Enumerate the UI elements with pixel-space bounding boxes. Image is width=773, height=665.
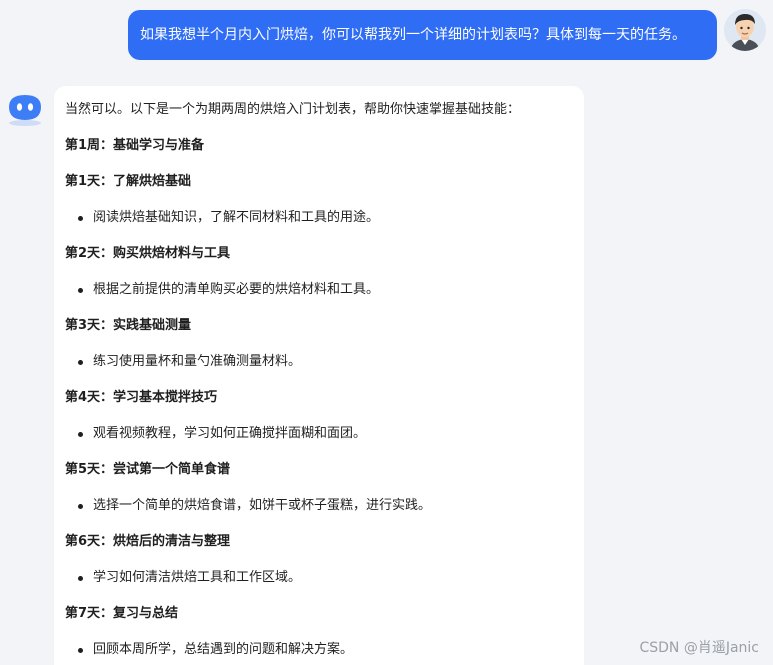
- day-heading: 第2天：购买烘焙材料与工具: [65, 246, 231, 261]
- bot-message-bubble: 当然可以。以下是一个为期两周的烘焙入门计划表，帮助你快速掌握基础技能： 第1周：…: [54, 86, 584, 665]
- day-heading: 第1天：了解烘焙基础: [65, 174, 192, 189]
- user-message-text: 如果我想半个月内入门烘焙，你可以帮我列一个详细的计划表吗？具体到每一天的任务。: [140, 27, 686, 43]
- day-task-item: 学习如何清洁烘焙工具和工作区域。: [65, 568, 584, 588]
- day-task-item: 观看视频教程，学习如何正确搅拌面糊和面团。: [65, 424, 584, 444]
- day-section: 第3天：实践基础测量 练习使用量杯和量勺准确测量材料。: [65, 316, 584, 372]
- day-section: 第7天：复习与总结 回顾本周所学，总结遇到的问题和解决方案。: [65, 604, 584, 660]
- day-section: 第5天：尝试第一个简单食谱 选择一个简单的烘焙食谱，如饼干或杯子蛋糕，进行实践。: [65, 460, 584, 516]
- day-heading: 第5天：尝试第一个简单食谱: [65, 462, 231, 477]
- plan-intro: 当然可以。以下是一个为期两周的烘焙入门计划表，帮助你快速掌握基础技能：: [65, 102, 521, 117]
- day-task-item: 阅读烘焙基础知识，了解不同材料和工具的用途。: [65, 208, 584, 228]
- bot-message-content: 当然可以。以下是一个为期两周的烘焙入门计划表，帮助你快速掌握基础技能： 第1周：…: [65, 100, 584, 660]
- day-section: 第4天：学习基本搅拌技巧 观看视频教程，学习如何正确搅拌面糊和面团。: [65, 388, 584, 444]
- day-heading: 第7天：复习与总结: [65, 606, 179, 621]
- bot-avatar[interactable]: [6, 93, 44, 127]
- day-section: 第6天：烘焙后的清洁与整理 学习如何清洁烘焙工具和工作区域。: [65, 532, 584, 588]
- day-section: 第1天：了解烘焙基础 阅读烘焙基础知识，了解不同材料和工具的用途。: [65, 172, 584, 228]
- user-message-bubble: 如果我想半个月内入门烘焙，你可以帮我列一个详细的计划表吗？具体到每一天的任务。: [128, 10, 717, 60]
- user-avatar[interactable]: [724, 9, 766, 51]
- day-heading: 第6天：烘焙后的清洁与整理: [65, 534, 231, 549]
- day-section: 第2天：购买烘焙材料与工具 根据之前提供的清单购买必要的烘焙材料和工具。: [65, 244, 584, 300]
- day-task-item: 选择一个简单的烘焙食谱，如饼干或杯子蛋糕，进行实践。: [65, 496, 584, 516]
- day-task-item: 练习使用量杯和量勺准确测量材料。: [65, 352, 584, 372]
- day-task-item: 回顾本周所学，总结遇到的问题和解决方案。: [65, 640, 584, 660]
- csdn-watermark: CSDN @肖遥Janic: [639, 640, 759, 656]
- day-heading: 第3天：实践基础测量: [65, 318, 192, 333]
- day-heading: 第4天：学习基本搅拌技巧: [65, 390, 218, 405]
- robot-chat-icon: [9, 95, 41, 126]
- cartoon-man-avatar-icon: [724, 9, 766, 51]
- week-heading: 第1周：基础学习与准备: [65, 138, 205, 153]
- day-task-item: 根据之前提供的清单购买必要的烘焙材料和工具。: [65, 280, 584, 300]
- chat-page: 如果我想半个月内入门烘焙，你可以帮我列一个详细的计划表吗？具体到每一天的任务。 …: [0, 0, 773, 665]
